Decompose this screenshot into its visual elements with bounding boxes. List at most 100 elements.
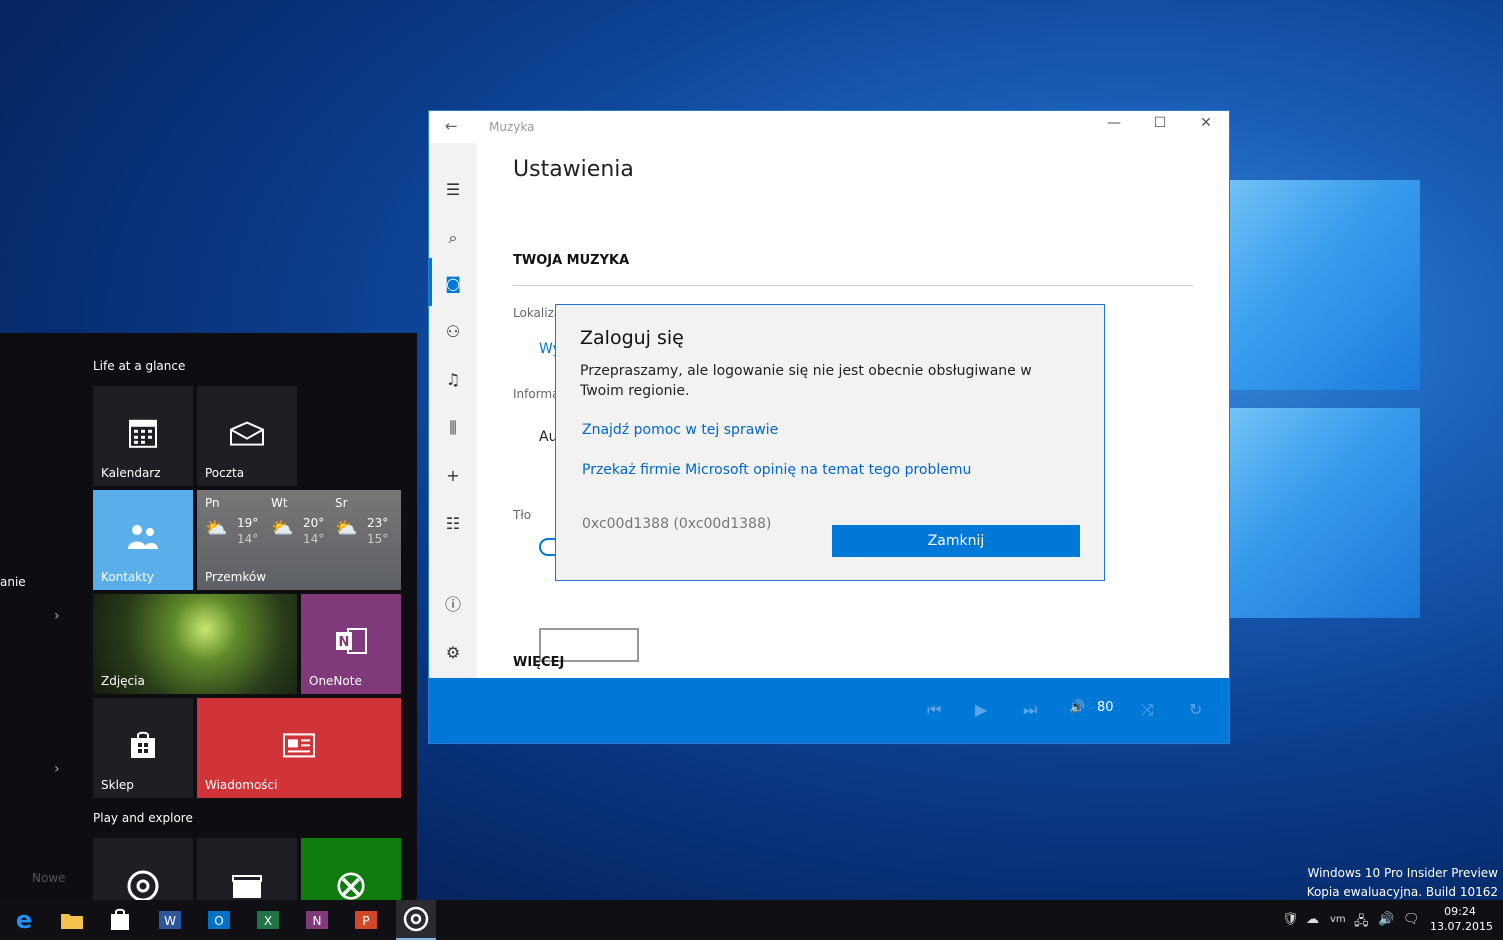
previous-track-icon[interactable]: ⏮ (927, 700, 941, 720)
partly-sunny-icon: ⛅ (271, 518, 294, 539)
settings-gear-icon[interactable]: ⚙ (429, 636, 477, 670)
chevron-right-icon[interactable]: › (54, 608, 60, 624)
page-title: Ustawienia (513, 157, 634, 182)
hamburger-menu-icon[interactable]: ☰ (429, 173, 477, 207)
watermark-line2: Kopia ewaluacyjna. Build 10162 (1306, 885, 1498, 899)
outlook-icon[interactable]: O (205, 906, 233, 934)
title-bar: ← Muzyka — ☐ ✕ (429, 111, 1229, 143)
tile-store[interactable]: Sklep (93, 698, 193, 798)
tile-photos[interactable]: Zdjęcia (93, 594, 297, 694)
close-window-button[interactable]: ✕ (1183, 115, 1229, 139)
nowe-label: Nowe (32, 871, 66, 885)
tile-onenote[interactable]: N OneNote (301, 594, 401, 694)
add-playlist-icon[interactable]: + (429, 459, 477, 493)
vmware-icon[interactable]: vm (1330, 914, 1346, 925)
clock-time: 09:24 (1444, 905, 1476, 918)
partly-sunny-icon: ⛅ (335, 518, 358, 539)
groove-taskbar-active[interactable] (396, 900, 436, 940)
maximize-button[interactable]: ☐ (1137, 115, 1183, 139)
svg-text:N: N (313, 914, 322, 928)
shuffle-icon[interactable]: ⤨ (1141, 700, 1154, 720)
search-icon[interactable]: ⌕ (429, 221, 477, 255)
weather-day: Wt ⛅ 20° 14° (271, 496, 331, 546)
tile-contacts[interactable]: Kontakty (93, 490, 193, 590)
app-title: Muzyka (489, 120, 535, 134)
artist-icon[interactable]: ⚇ (429, 315, 477, 349)
weather-high: 19° (237, 516, 259, 530)
weather-day: Pn ⛅ 19° 14° (205, 496, 265, 546)
svg-text:P: P (362, 914, 369, 928)
tile-mail[interactable]: Poczta (197, 386, 297, 486)
playlist-icon[interactable]: ☷ (429, 507, 477, 541)
repeat-icon[interactable]: ↻ (1189, 700, 1202, 719)
windows-logo-wallpaper (1230, 180, 1420, 640)
play-icon[interactable]: ▶ (975, 700, 987, 719)
excel-icon[interactable]: X (254, 906, 282, 934)
start-menu: anie › › Nowe Life at a glance Kalendarz… (0, 333, 417, 902)
clock-date: 13.07.2015 (1430, 920, 1493, 933)
tile-xbox[interactable] (301, 838, 401, 900)
onedrive-icon[interactable]: ☁ (1306, 912, 1319, 927)
weather-low: 14° (303, 532, 325, 546)
tile-calendar[interactable]: Kalendarz (93, 386, 193, 486)
onenote-taskbar-icon[interactable]: N (303, 906, 331, 934)
word-icon[interactable]: W (156, 906, 184, 934)
powerpoint-icon[interactable]: P (352, 906, 380, 934)
tile-label: Kalendarz (101, 466, 161, 480)
background-label: Tło (513, 508, 532, 522)
tile-weather[interactable]: Pn ⛅ 19° 14° Wt ⛅ 20° 14° Sr ⛅ 23° 15° P… (197, 490, 401, 590)
svg-text:X: X (264, 914, 272, 928)
weather-day: Sr ⛅ 23° 15° (335, 496, 395, 546)
minimize-button[interactable]: — (1091, 115, 1137, 139)
section-your-music: TWOJA MUZYKA (513, 253, 630, 268)
defender-icon[interactable]: 🛡 (1282, 912, 1299, 927)
edge-icon[interactable]: e (10, 906, 38, 934)
music-note-icon[interactable]: ♫ (429, 363, 477, 397)
system-clock[interactable]: 09:24 13.07.2015 (1430, 904, 1493, 934)
svg-text:N: N (339, 635, 350, 650)
dialog-title: Zaloguj się (580, 327, 684, 349)
svg-text:O: O (214, 914, 223, 928)
weather-low: 15° (367, 532, 389, 546)
speaker-icon[interactable]: 🔊 (1378, 912, 1394, 927)
people-icon (128, 525, 158, 549)
calendar-icon (129, 419, 157, 448)
location-label: Lokaliza (513, 306, 562, 320)
volume-icon[interactable]: 🔊 (1069, 700, 1085, 715)
news-icon (283, 733, 315, 758)
network-icon[interactable]: 🖧 (1354, 912, 1369, 934)
taskbar: e W O X N P 🛡 ☁ vm 🖧 🔊 🗨 09:24 13.07.201… (0, 900, 1503, 940)
start-left-label[interactable]: anie (0, 575, 26, 589)
sign-in-dialog: Zaloguj się Przepraszamy, ale logowanie … (555, 304, 1105, 581)
feedback-link[interactable]: Przekaż firmie Microsoft opinię na temat… (582, 462, 971, 478)
feedback-icon[interactable]: ⓘ (429, 588, 477, 622)
help-link[interactable]: Znajdź pomoc w tej sprawie (582, 422, 778, 438)
close-button[interactable]: Zamknij (832, 525, 1080, 557)
svg-text:e: e (16, 906, 32, 934)
back-arrow-icon[interactable]: ← (445, 117, 458, 135)
weather-day-name: Wt (271, 496, 288, 510)
weather-low: 14° (237, 532, 259, 546)
watermark-line1: Windows 10 Pro Insider Preview (1307, 866, 1498, 880)
divider (513, 285, 1193, 286)
store-icon[interactable] (106, 906, 134, 934)
albums-icon[interactable]: ◙ (429, 267, 477, 301)
chevron-right-icon[interactable]: › (54, 761, 60, 777)
tile-news[interactable]: Wiadomości (197, 698, 401, 798)
onenote-icon: N (336, 628, 367, 654)
now-playing-icon[interactable]: ⫼ (429, 411, 477, 445)
mail-icon (230, 421, 264, 446)
tile-groove[interactable] (93, 838, 193, 902)
action-center-icon[interactable]: 🗨 (1403, 912, 1420, 927)
nav-sidebar: ☰ ⌕ ◙ ⚇ ♫ ⫼ + ☷ ⓘ ⚙ (429, 143, 477, 678)
tile-label: OneNote (309, 674, 362, 688)
group-title-life: Life at a glance (93, 359, 186, 373)
tile-label: Sklep (101, 778, 134, 792)
player-bar: ⏮ ▶ ⏭ 🔊 80 ⤨ ↻ (429, 678, 1229, 743)
file-explorer-icon[interactable] (58, 906, 86, 934)
tile-movies[interactable] (197, 838, 297, 900)
next-track-icon[interactable]: ⏭ (1023, 700, 1037, 720)
weather-day-name: Sr (335, 496, 348, 510)
groove-music-icon (127, 870, 159, 902)
clapperboard-icon (232, 875, 262, 898)
